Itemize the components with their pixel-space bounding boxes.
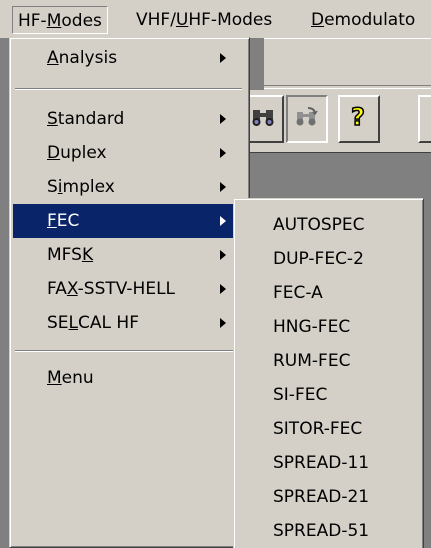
menu-item-menu[interactable]: Menu [13, 361, 244, 395]
submenu-item-label: SITOR-FEC [273, 419, 363, 439]
menubar-label-part: odes [61, 11, 102, 31]
background-toolbar-divider [264, 85, 431, 89]
menubar-label-part: emodulato [324, 10, 416, 30]
submenu-item-hng-fec[interactable]: HNG-FEC [237, 310, 420, 344]
submenu-item-label: HNG-FEC [273, 317, 351, 337]
menu-item-mfsk[interactable]: MFSK [13, 238, 244, 272]
fec-submenu: AUTOSPEC DUP-FEC-2 FEC-A HNG-FEC RUM-FEC… [233, 198, 424, 548]
menubar-item-hf-modes[interactable]: HF-Modes [12, 6, 108, 34]
menu-item-selcal-hf[interactable]: SELCAL HF [13, 306, 244, 340]
submenu-item-spread-11[interactable]: SPREAD-11 [237, 446, 420, 480]
submenu-arrow-icon [220, 216, 226, 226]
submenu-arrow-icon [220, 148, 226, 158]
submenu-item-label: RUM-FEC [273, 351, 351, 371]
menu-item-label: Duplex [47, 143, 107, 163]
background-toolbar: ? [236, 90, 431, 153]
submenu-item-dup-fec-2[interactable]: DUP-FEC-2 [237, 242, 420, 276]
toolbar-button-partial[interactable] [418, 95, 431, 143]
submenu-item-label: FEC-A [273, 283, 323, 303]
menu-item-label: FAX-SSTV-HELL [47, 279, 176, 299]
menu-item-label: FEC [47, 211, 80, 231]
find-replace-icon [294, 106, 320, 133]
menubar-item-demodulators[interactable]: Demodulato [306, 6, 420, 34]
submenu-item-label: SPREAD-51 [273, 521, 370, 541]
menubar-label-part: HF-Modes [188, 10, 273, 30]
menu-separator [15, 350, 242, 352]
menu-item-label: SELCAL HF [47, 313, 139, 333]
menu-item-fec[interactable]: FEC [13, 204, 244, 238]
menu-item-label: Simplex [47, 177, 115, 197]
menu-bar: HF-Modes VHF/UHF-Modes Demodulato [0, 0, 431, 39]
menubar-label-part: HF- [18, 11, 47, 31]
submenu-item-label: AUTOSPEC [273, 215, 365, 235]
menu-item-label: MFSK [47, 245, 94, 265]
submenu-item-label: DUP-FEC-2 [273, 249, 364, 269]
menubar-label-part: VHF/ [136, 10, 176, 30]
menu-item-duplex[interactable]: Duplex [13, 136, 244, 170]
submenu-arrow-icon [220, 182, 226, 192]
menu-item-standard[interactable]: Standard [13, 102, 244, 136]
menubar-item-vhf-uhf-modes[interactable]: VHF/UHF-Modes [131, 6, 277, 34]
submenu-item-spread-21[interactable]: SPREAD-21 [237, 480, 420, 514]
menubar-label-mnemonic: D [311, 10, 325, 30]
submenu-item-autospec[interactable]: AUTOSPEC [237, 208, 420, 242]
svg-text:?: ? [351, 103, 365, 131]
hf-modes-menu: Analysis Standard Duplex Simplex FEC MFS… [9, 37, 250, 548]
submenu-item-si-fec[interactable]: SI-FEC [237, 378, 420, 412]
menu-item-simplex[interactable]: Simplex [13, 170, 244, 204]
submenu-item-fec-a[interactable]: FEC-A [237, 276, 420, 310]
help-toolbar-button[interactable]: ? [338, 95, 380, 143]
submenu-arrow-icon [220, 114, 226, 124]
submenu-arrow-icon [220, 284, 226, 294]
submenu-item-label: SPREAD-21 [273, 487, 370, 507]
submenu-item-spread-51[interactable]: SPREAD-51 [237, 514, 420, 548]
binoculars-icon [250, 106, 276, 133]
submenu-item-rum-fec[interactable]: RUM-FEC [237, 344, 420, 378]
help-question-icon: ? [347, 102, 371, 136]
menu-item-analysis[interactable]: Analysis [13, 41, 244, 75]
submenu-arrow-icon [220, 250, 226, 260]
menu-item-label: Analysis [47, 48, 118, 68]
menubar-label-mnemonic: M [46, 11, 62, 31]
menu-item-fax-sstv-hell[interactable]: FAX-SSTV-HELL [13, 272, 244, 306]
menu-item-label: Standard [47, 109, 125, 129]
menu-separator [15, 88, 242, 90]
menubar-label-mnemonic: U [175, 10, 189, 30]
menu-item-label: Menu [47, 368, 94, 388]
submenu-arrow-icon [220, 53, 226, 63]
submenu-arrow-icon [220, 318, 226, 328]
find-replace-toolbar-button[interactable] [286, 95, 328, 143]
submenu-item-label: SPREAD-11 [273, 453, 370, 473]
background-toolbar-strip [264, 38, 431, 91]
submenu-item-label: SI-FEC [273, 385, 328, 405]
submenu-item-sitor-fec[interactable]: SITOR-FEC [237, 412, 420, 446]
